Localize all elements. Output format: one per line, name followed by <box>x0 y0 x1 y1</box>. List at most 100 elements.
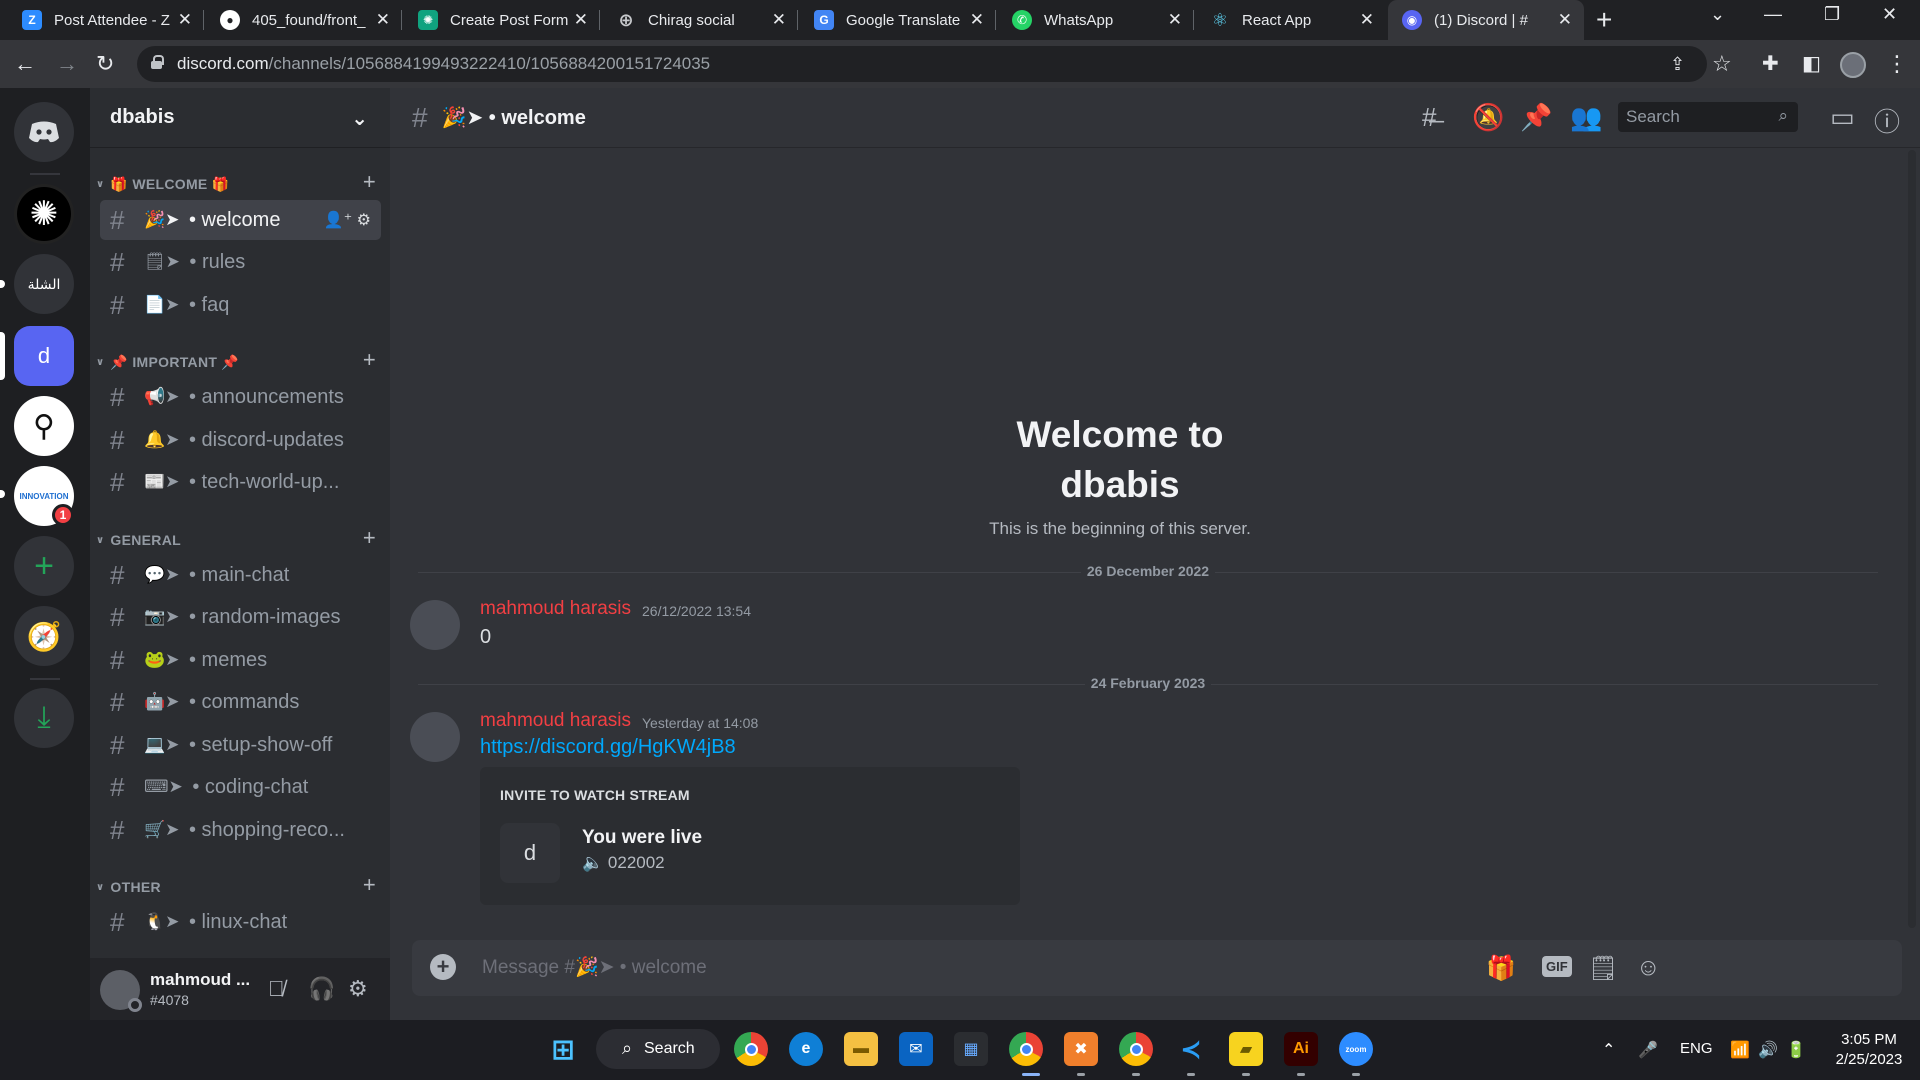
channel-linux-chat[interactable]: # 🐧➤ • linux-chat <box>100 902 381 942</box>
edge-icon[interactable]: e <box>789 1032 823 1066</box>
scrollbar[interactable] <box>1908 150 1916 928</box>
gear-icon[interactable]: ⚙ <box>348 976 368 1002</box>
share-icon[interactable]: ⇪ <box>1670 51 1685 77</box>
message-author[interactable]: mahmoud harasis <box>480 598 631 620</box>
address-bar[interactable]: discord.com/channels/1056884199493222410… <box>137 46 1707 82</box>
file-explorer-icon[interactable]: ▬ <box>844 1032 878 1066</box>
bookmark-star-icon[interactable]: ☆ <box>1712 51 1732 77</box>
browser-tab[interactable]: Z Post Attendee - Z ✕ <box>8 0 204 40</box>
browser-tab[interactable]: ⊕ Chirag social ✕ <box>602 0 798 40</box>
close-icon[interactable]: ✕ <box>970 10 984 30</box>
xampp-icon[interactable]: ✖ <box>1064 1032 1098 1066</box>
close-icon[interactable]: ✕ <box>1360 10 1374 30</box>
create-channel-icon[interactable]: + <box>363 872 376 898</box>
message-avatar[interactable] <box>410 600 460 650</box>
pin-icon[interactable]: 📌 <box>1520 102 1552 133</box>
dbabis-server-button[interactable]: d <box>14 326 74 386</box>
close-icon[interactable]: ✕ <box>1168 10 1182 30</box>
menu-icon[interactable]: ⋮ <box>1886 51 1908 77</box>
close-icon[interactable]: ✕ <box>574 10 588 30</box>
gif-button[interactable]: GIF <box>1542 956 1572 977</box>
explore-compass-icon[interactable]: 🧭 <box>14 606 74 666</box>
zoom-icon[interactable]: zoom <box>1339 1032 1373 1066</box>
extensions-icon[interactable]: ✚ <box>1762 51 1779 77</box>
message-avatar[interactable] <box>410 712 460 762</box>
pin-server-button[interactable]: ⚲ <box>14 396 74 456</box>
notification-muted-icon[interactable]: 🔕 <box>1472 102 1504 133</box>
browser-tab-active[interactable]: ◉ (1) Discord | # ✕ <box>1388 0 1584 40</box>
wifi-icon[interactable]: 📶 <box>1730 1040 1750 1060</box>
new-tab-button[interactable]: + <box>1596 4 1612 36</box>
close-window-button[interactable]: ✕ <box>1882 4 1897 25</box>
discord-home-button[interactable] <box>14 102 74 162</box>
download-icon[interactable]: ⤓ <box>14 688 74 748</box>
microphone-icon[interactable]: 🎤 <box>1638 1040 1658 1060</box>
channel-announcements[interactable]: # 📢➤ • announcements <box>100 377 381 417</box>
reload-icon[interactable]: ↻ <box>96 51 114 77</box>
channel-coding-chat[interactable]: # ⌨➤ • coding-chat <box>100 767 381 807</box>
create-channel-icon[interactable]: + <box>363 169 376 195</box>
volume-icon[interactable]: 🔊 <box>1758 1040 1778 1060</box>
minimize-button[interactable]: — <box>1764 4 1782 25</box>
gear-icon[interactable]: ⚙ <box>357 212 371 229</box>
mic-muted-icon[interactable]: 🎙̸ <box>268 976 285 1002</box>
arabic-server-button[interactable]: الشلة <box>14 254 74 314</box>
inbox-icon[interactable]: ▭ <box>1830 102 1855 133</box>
headphones-icon[interactable]: 🎧 <box>308 976 335 1002</box>
threads-icon[interactable]: #̶ <box>1422 102 1436 133</box>
close-icon[interactable]: ✕ <box>376 10 390 30</box>
chevron-up-icon[interactable]: ⌃ <box>1602 1040 1615 1060</box>
store-icon[interactable]: ▦ <box>954 1032 988 1066</box>
channel-shopping-recommendations[interactable]: # 🛒➤ • shopping-reco... <box>100 810 381 850</box>
browser-tab[interactable]: G Google Translate ✕ <box>800 0 996 40</box>
chrome-active-icon[interactable] <box>1009 1032 1043 1066</box>
channel-random-images[interactable]: # 📷➤ • random-images <box>100 597 381 637</box>
back-icon[interactable]: ← <box>14 51 36 77</box>
channel-discord-updates[interactable]: # 🔔➤ • discord-updates <box>100 420 381 460</box>
taskbar-search[interactable]: ⌕ Search <box>596 1029 720 1069</box>
help-icon[interactable]: ⓘ <box>1874 102 1900 139</box>
guild-header[interactable]: dbabis ⌄ <box>90 88 390 148</box>
search-input[interactable]: Search ⌕ <box>1618 102 1798 132</box>
channel-commands[interactable]: # 🤖➤ • commands <box>100 682 381 722</box>
chatgpt-server-button[interactable]: ✺ <box>14 184 74 244</box>
create-channel-icon[interactable]: + <box>363 525 376 551</box>
language-indicator[interactable]: ENG <box>1680 1040 1713 1057</box>
windows-start-icon[interactable]: ⊞ <box>546 1032 580 1066</box>
browser-tab[interactable]: ✺ Create Post Form ✕ <box>404 0 600 40</box>
create-channel-icon[interactable]: + <box>363 347 376 373</box>
message-author[interactable]: mahmoud harasis <box>480 710 631 732</box>
gift-icon[interactable]: 🎁 <box>1486 954 1516 983</box>
channel-faq[interactable]: # 📄➤ • faq <box>100 285 381 325</box>
channel-memes[interactable]: # 🐸➤ • memes <box>100 640 381 680</box>
attach-plus-icon[interactable]: + <box>430 954 456 980</box>
vscode-icon[interactable]: ≺ <box>1174 1032 1208 1066</box>
tab-search-icon[interactable]: ⌄ <box>1710 4 1725 25</box>
sticky-notes-icon[interactable]: ▰ <box>1229 1032 1263 1066</box>
message-input[interactable] <box>482 952 1582 984</box>
illustrator-icon[interactable]: Ai <box>1284 1032 1318 1066</box>
channel-tech-world-updates[interactable]: # 📰➤ • tech-world-up... <box>100 462 381 502</box>
close-icon[interactable]: ✕ <box>1558 10 1572 30</box>
add-server-button[interactable]: + <box>14 536 74 596</box>
restore-button[interactable]: ❐ <box>1824 4 1840 25</box>
channel-welcome[interactable]: # 🎉➤ • welcome 👤⁺ ⚙ <box>100 200 381 240</box>
browser-tab[interactable]: ✆ WhatsApp ✕ <box>998 0 1194 40</box>
battery-icon[interactable]: 🔋 <box>1786 1040 1806 1060</box>
close-icon[interactable]: ✕ <box>772 10 786 30</box>
system-clock[interactable]: 3:05 PM 2/25/2023 <box>1824 1030 1914 1070</box>
chrome-icon[interactable] <box>734 1032 768 1066</box>
member-list-icon[interactable]: 👥 <box>1570 102 1602 133</box>
forward-icon[interactable]: → <box>56 51 78 77</box>
category-other[interactable]: ∨ OTHER + <box>96 872 386 899</box>
sticker-icon[interactable]: 🗒 <box>1588 954 1618 983</box>
mail-icon[interactable]: ✉ <box>899 1032 933 1066</box>
close-icon[interactable]: ✕ <box>178 10 192 30</box>
browser-tab[interactable]: ⚛ React App ✕ <box>1196 0 1386 40</box>
channel-main-chat[interactable]: # 💬➤ • main-chat <box>100 555 381 595</box>
channel-setup-show-off[interactable]: # 💻➤ • setup-show-off <box>100 725 381 765</box>
category-general[interactable]: ∨ GENERAL + <box>96 525 386 552</box>
invite-icon[interactable]: 👤⁺ <box>324 212 352 229</box>
emoji-icon[interactable]: ☺ <box>1636 954 1661 982</box>
side-panel-icon[interactable]: ◧ <box>1802 51 1821 77</box>
